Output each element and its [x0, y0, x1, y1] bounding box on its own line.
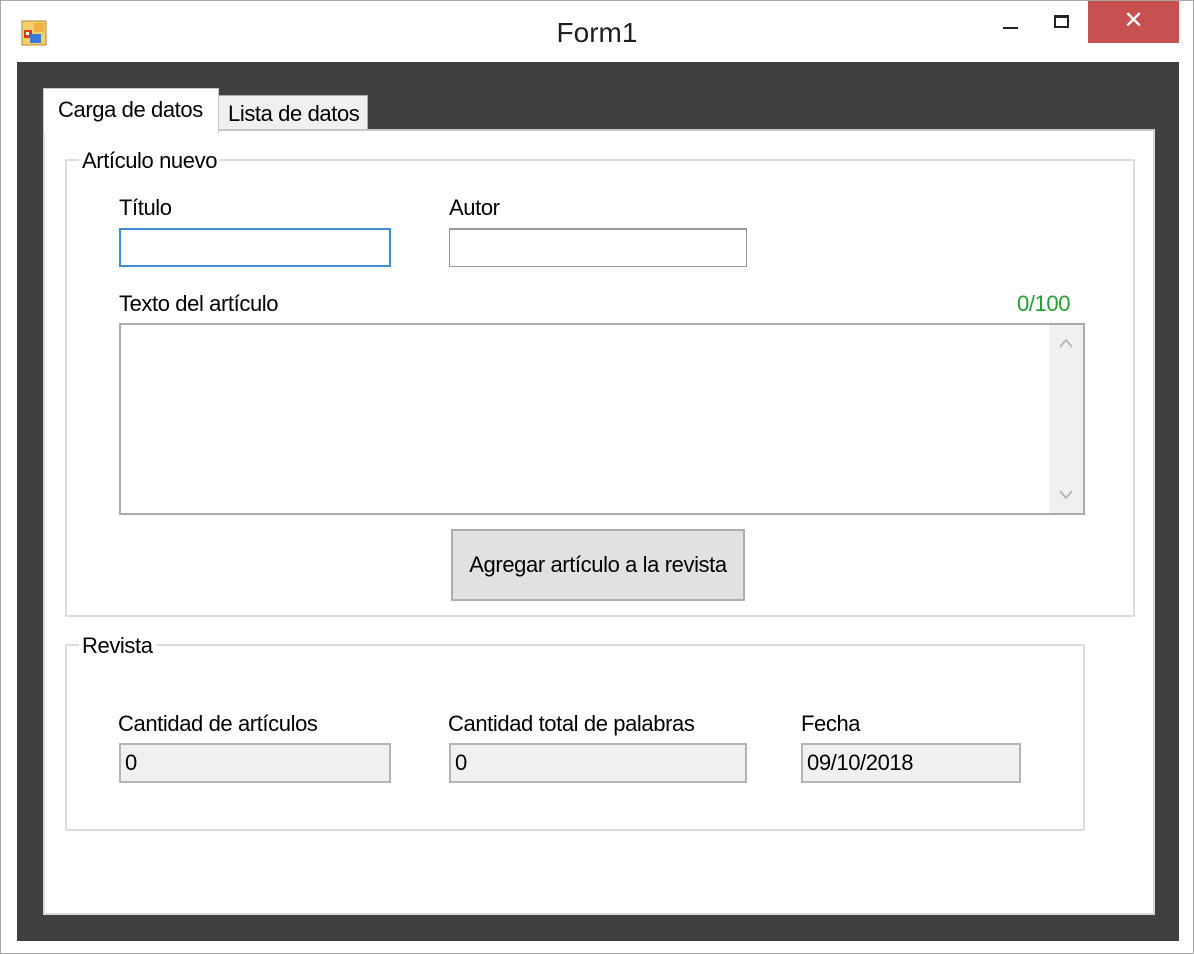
cantidad-articulos-field: 0 — [119, 743, 391, 783]
close-button[interactable]: ✕ — [1088, 1, 1179, 43]
maximize-button[interactable] — [1038, 3, 1086, 41]
char-counter: 0/100 — [1017, 291, 1071, 316]
agregar-articulo-button[interactable]: Agregar artículo a la revista — [451, 529, 745, 601]
group-articulo-nuevo-legend: Artículo nuevo — [79, 148, 221, 174]
group-revista-legend: Revista — [79, 633, 156, 659]
title-bar[interactable]: Form1 ✕ — [1, 1, 1193, 62]
cantidad-articulos-label: Cantidad de artículos — [118, 711, 318, 736]
minimize-icon — [1003, 27, 1018, 29]
chevron-up-icon[interactable] — [1049, 333, 1083, 354]
texto-scrollbar[interactable] — [1049, 325, 1083, 513]
group-revista — [65, 644, 1085, 831]
titulo-input[interactable] — [119, 228, 391, 267]
texto-textarea[interactable] — [119, 323, 1085, 515]
autor-input[interactable] — [449, 228, 747, 267]
fecha-field: 09/10/2018 — [801, 743, 1021, 783]
cantidad-palabras-label: Cantidad total de palabras — [448, 711, 695, 736]
maximize-icon — [1054, 15, 1069, 28]
main-window: Form1 ✕ Lista de datos Carga de datos Ar… — [0, 0, 1194, 954]
tab-carga-de-datos[interactable]: Carga de datos — [43, 88, 219, 133]
close-icon: ✕ — [1123, 7, 1144, 34]
titulo-label: Título — [119, 195, 172, 220]
minimize-button[interactable] — [986, 3, 1034, 41]
chevron-down-icon[interactable] — [1049, 485, 1083, 506]
cantidad-palabras-field: 0 — [449, 743, 747, 783]
texto-label: Texto del artículo — [119, 291, 279, 316]
autor-label: Autor — [449, 195, 500, 220]
tab-lista-de-datos[interactable]: Lista de datos — [218, 95, 368, 130]
fecha-label: Fecha — [801, 711, 861, 736]
